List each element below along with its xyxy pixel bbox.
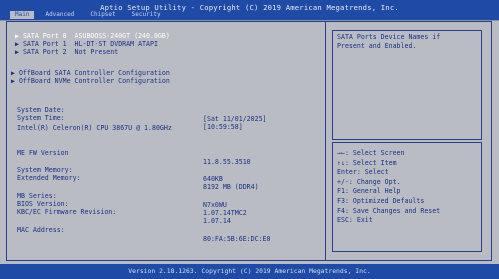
cpu-info: Intel(R) Celeron(R) CPU 3867U @ 1.80GHz: [17, 124, 172, 132]
system-time-label: System Time:: [17, 114, 65, 122]
extended-memory-label: Extended Memory:: [17, 174, 81, 182]
help-pane: SATA Ports Device Names if Present and E…: [326, 22, 491, 260]
mac-address-value: 80:FA:5B:6E:DC:E0: [203, 235, 271, 243]
key-optimized-defaults: F3: Optimized Defaults: [337, 196, 425, 205]
sata-port-2-item[interactable]: ▶ SATA Port 2 Not Present: [15, 48, 118, 57]
main-panel: ▶ SATA Port 0 ASUBOOSS-240GT (240.0GB) ▶…: [6, 21, 492, 261]
kbc-ec-row: KBC/EC Firmware Revision: 1.07.14: [7, 199, 325, 225]
tab-bar: Main Advanced Chipset Security: [10, 11, 166, 19]
footer-version-text: Version 2.18.1263. Copyright (C) 2019 Am…: [128, 267, 371, 275]
key-enter-select: Enter: Select: [337, 168, 389, 177]
key-select-item: ↑↓: Select Item: [337, 158, 397, 167]
key-exit: ESC: Exit: [337, 216, 373, 225]
tab-chipset[interactable]: Chipset: [85, 11, 120, 19]
me-fw-row: ME FW Version 11.8.55.3510: [7, 140, 325, 166]
mac-address-row: MAC Address: 80:FA:5B:6E:DC:E0: [7, 217, 325, 243]
system-time-row[interactable]: System Time: [10:59:58]: [7, 105, 325, 131]
key-legend: →←: Select Screen ↑↓: Select Item Enter:…: [332, 142, 482, 252]
key-save-reset: F4: Save Changes and Reset: [337, 206, 441, 215]
bios-footer: Version 2.18.1263. Copyright (C) 2019 Am…: [0, 264, 499, 279]
tab-security[interactable]: Security: [127, 11, 166, 19]
key-select-screen: →←: Select Screen: [337, 149, 405, 157]
offboard-nvme-config-item[interactable]: ▶ OffBoard NVMe Controller Configuration: [11, 77, 170, 86]
tab-main[interactable]: Main: [10, 11, 35, 19]
item-help-text: SATA Ports Device Names if Present and E…: [332, 30, 482, 140]
key-general-help: F1: General Help: [337, 187, 401, 196]
system-time-value[interactable]: [10:59:58]: [203, 123, 243, 132]
kbc-ec-label: KBC/EC Firmware Revision:: [17, 208, 117, 216]
bios-header: Aptio Setup Utility - Copyright (C) 2019…: [0, 0, 499, 21]
mac-address-label: MAC Address:: [17, 226, 65, 234]
key-change-opt: +/-: Change Opt.: [337, 177, 401, 186]
tab-advanced[interactable]: Advanced: [40, 11, 79, 19]
settings-pane: ▶ SATA Port 0 ASUBOOSS-240GT (240.0GB) ▶…: [7, 22, 326, 260]
extended-memory-row: Extended Memory: 8192 MB (DDR4): [7, 165, 325, 191]
